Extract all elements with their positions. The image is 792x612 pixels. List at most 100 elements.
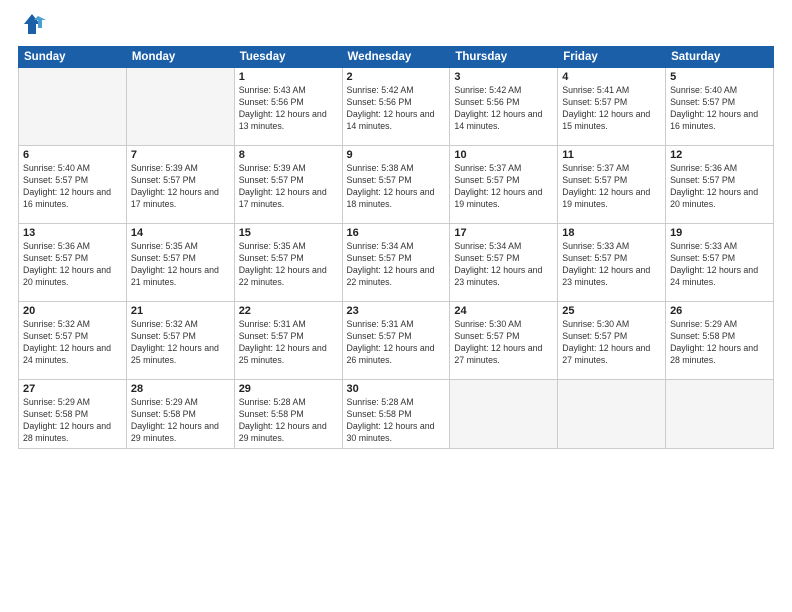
day-number: 13 bbox=[23, 227, 122, 239]
day-number: 10 bbox=[454, 149, 553, 161]
day-number: 4 bbox=[562, 71, 661, 83]
calendar: SundayMondayTuesdayWednesdayThursdayFrid… bbox=[18, 46, 774, 449]
day-info: Sunrise: 5:42 AM Sunset: 5:56 PM Dayligh… bbox=[454, 85, 553, 133]
calendar-cell: 27Sunrise: 5:29 AM Sunset: 5:58 PM Dayli… bbox=[19, 380, 127, 449]
week-row-4: 20 Sunrise: 5:32 AM Sunset: 5:57 PM Dayli… bbox=[19, 302, 774, 380]
calendar-cell: 17 Sunrise: 5:34 AM Sunset: 5:57 PM Dayli… bbox=[450, 224, 558, 302]
day-number: 2 bbox=[347, 71, 446, 83]
calendar-cell: 11 Sunrise: 5:37 AM Sunset: 5:57 PM Dayli… bbox=[558, 146, 666, 224]
day-info: Sunrise: 5:36 AM Sunset: 5:57 PM Dayligh… bbox=[670, 163, 769, 211]
day-number: 29 bbox=[239, 383, 338, 395]
day-number: 21 bbox=[131, 305, 230, 317]
weekday-header-sunday: Sunday bbox=[19, 47, 127, 68]
day-info: Sunrise: 5:28 AM Sunset: 5:58 PM Dayligh… bbox=[239, 397, 338, 445]
calendar-cell: 19Sunrise: 5:33 AM Sunset: 5:57 PM Dayli… bbox=[666, 224, 774, 302]
day-number: 14 bbox=[131, 227, 230, 239]
day-info: Sunrise: 5:30 AM Sunset: 5:57 PM Dayligh… bbox=[562, 319, 661, 367]
day-info: Sunrise: 5:37 AM Sunset: 5:57 PM Dayligh… bbox=[454, 163, 553, 211]
day-info: Sunrise: 5:40 AM Sunset: 5:57 PM Dayligh… bbox=[670, 85, 769, 133]
day-number: 24 bbox=[454, 305, 553, 317]
day-number: 25 bbox=[562, 305, 661, 317]
day-info: Sunrise: 5:35 AM Sunset: 5:57 PM Dayligh… bbox=[131, 241, 230, 289]
weekday-header-saturday: Saturday bbox=[666, 47, 774, 68]
week-row-2: 6Sunrise: 5:40 AM Sunset: 5:57 PM Daylig… bbox=[19, 146, 774, 224]
calendar-cell: 4 Sunrise: 5:41 AM Sunset: 5:57 PM Daylig… bbox=[558, 68, 666, 146]
weekday-header-monday: Monday bbox=[126, 47, 234, 68]
calendar-cell: 15 Sunrise: 5:35 AM Sunset: 5:57 PM Dayli… bbox=[234, 224, 342, 302]
day-number: 7 bbox=[131, 149, 230, 161]
calendar-cell: 8 Sunrise: 5:39 AM Sunset: 5:57 PM Daylig… bbox=[234, 146, 342, 224]
day-number: 5 bbox=[670, 71, 769, 83]
calendar-cell: 22 Sunrise: 5:31 AM Sunset: 5:57 PM Dayli… bbox=[234, 302, 342, 380]
calendar-cell: 28 Sunrise: 5:29 AM Sunset: 5:58 PM Dayli… bbox=[126, 380, 234, 449]
day-info: Sunrise: 5:30 AM Sunset: 5:57 PM Dayligh… bbox=[454, 319, 553, 367]
header bbox=[18, 10, 774, 38]
calendar-cell: 30 Sunrise: 5:28 AM Sunset: 5:58 PM Dayli… bbox=[342, 380, 450, 449]
day-number: 1 bbox=[239, 71, 338, 83]
day-number: 26 bbox=[670, 305, 769, 317]
logo-icon bbox=[18, 10, 46, 38]
calendar-cell: 14 Sunrise: 5:35 AM Sunset: 5:57 PM Dayli… bbox=[126, 224, 234, 302]
day-info: Sunrise: 5:39 AM Sunset: 5:57 PM Dayligh… bbox=[131, 163, 230, 211]
day-info: Sunrise: 5:33 AM Sunset: 5:57 PM Dayligh… bbox=[670, 241, 769, 289]
calendar-cell: 24 Sunrise: 5:30 AM Sunset: 5:57 PM Dayli… bbox=[450, 302, 558, 380]
calendar-cell: 21 Sunrise: 5:32 AM Sunset: 5:57 PM Dayli… bbox=[126, 302, 234, 380]
calendar-cell: 13 Sunrise: 5:36 AM Sunset: 5:57 PM Dayli… bbox=[19, 224, 127, 302]
day-info: Sunrise: 5:34 AM Sunset: 5:57 PM Dayligh… bbox=[454, 241, 553, 289]
day-number: 30 bbox=[347, 383, 446, 395]
calendar-cell bbox=[19, 68, 127, 146]
day-info: Sunrise: 5:35 AM Sunset: 5:57 PM Dayligh… bbox=[239, 241, 338, 289]
day-info: Sunrise: 5:32 AM Sunset: 5:57 PM Dayligh… bbox=[131, 319, 230, 367]
day-number: 8 bbox=[239, 149, 338, 161]
day-info: Sunrise: 5:31 AM Sunset: 5:57 PM Dayligh… bbox=[239, 319, 338, 367]
day-info: Sunrise: 5:43 AM Sunset: 5:56 PM Dayligh… bbox=[239, 85, 338, 133]
week-row-3: 13 Sunrise: 5:36 AM Sunset: 5:57 PM Dayli… bbox=[19, 224, 774, 302]
calendar-cell bbox=[450, 380, 558, 449]
day-info: Sunrise: 5:31 AM Sunset: 5:57 PM Dayligh… bbox=[347, 319, 446, 367]
day-number: 6 bbox=[23, 149, 122, 161]
week-row-1: 1 Sunrise: 5:43 AM Sunset: 5:56 PM Daylig… bbox=[19, 68, 774, 146]
day-info: Sunrise: 5:37 AM Sunset: 5:57 PM Dayligh… bbox=[562, 163, 661, 211]
day-number: 16 bbox=[347, 227, 446, 239]
day-info: Sunrise: 5:33 AM Sunset: 5:57 PM Dayligh… bbox=[562, 241, 661, 289]
day-number: 11 bbox=[562, 149, 661, 161]
day-info: Sunrise: 5:29 AM Sunset: 5:58 PM Dayligh… bbox=[131, 397, 230, 445]
calendar-cell: 6Sunrise: 5:40 AM Sunset: 5:57 PM Daylig… bbox=[19, 146, 127, 224]
day-info: Sunrise: 5:38 AM Sunset: 5:57 PM Dayligh… bbox=[347, 163, 446, 211]
day-number: 22 bbox=[239, 305, 338, 317]
day-info: Sunrise: 5:36 AM Sunset: 5:57 PM Dayligh… bbox=[23, 241, 122, 289]
day-info: Sunrise: 5:39 AM Sunset: 5:57 PM Dayligh… bbox=[239, 163, 338, 211]
weekday-header-row: SundayMondayTuesdayWednesdayThursdayFrid… bbox=[19, 47, 774, 68]
calendar-cell bbox=[666, 380, 774, 449]
day-number: 15 bbox=[239, 227, 338, 239]
weekday-header-wednesday: Wednesday bbox=[342, 47, 450, 68]
day-number: 3 bbox=[454, 71, 553, 83]
calendar-cell: 18Sunrise: 5:33 AM Sunset: 5:57 PM Dayli… bbox=[558, 224, 666, 302]
calendar-cell: 25 Sunrise: 5:30 AM Sunset: 5:57 PM Dayli… bbox=[558, 302, 666, 380]
day-info: Sunrise: 5:41 AM Sunset: 5:57 PM Dayligh… bbox=[562, 85, 661, 133]
calendar-cell bbox=[126, 68, 234, 146]
day-info: Sunrise: 5:28 AM Sunset: 5:58 PM Dayligh… bbox=[347, 397, 446, 445]
logo-area bbox=[18, 10, 50, 38]
calendar-cell: 2 Sunrise: 5:42 AM Sunset: 5:56 PM Daylig… bbox=[342, 68, 450, 146]
day-number: 20 bbox=[23, 305, 122, 317]
day-number: 28 bbox=[131, 383, 230, 395]
calendar-cell: 23Sunrise: 5:31 AM Sunset: 5:57 PM Dayli… bbox=[342, 302, 450, 380]
day-number: 17 bbox=[454, 227, 553, 239]
day-info: Sunrise: 5:29 AM Sunset: 5:58 PM Dayligh… bbox=[23, 397, 122, 445]
weekday-header-tuesday: Tuesday bbox=[234, 47, 342, 68]
calendar-cell bbox=[558, 380, 666, 449]
week-row-5: 27Sunrise: 5:29 AM Sunset: 5:58 PM Dayli… bbox=[19, 380, 774, 449]
day-info: Sunrise: 5:34 AM Sunset: 5:57 PM Dayligh… bbox=[347, 241, 446, 289]
calendar-cell: 16 Sunrise: 5:34 AM Sunset: 5:57 PM Dayli… bbox=[342, 224, 450, 302]
calendar-cell: 20Sunrise: 5:32 AM Sunset: 5:57 PM Dayli… bbox=[19, 302, 127, 380]
day-number: 9 bbox=[347, 149, 446, 161]
calendar-cell: 7 Sunrise: 5:39 AM Sunset: 5:57 PM Daylig… bbox=[126, 146, 234, 224]
calendar-cell: 26Sunrise: 5:29 AM Sunset: 5:58 PM Dayli… bbox=[666, 302, 774, 380]
day-info: Sunrise: 5:42 AM Sunset: 5:56 PM Dayligh… bbox=[347, 85, 446, 133]
calendar-cell: 3 Sunrise: 5:42 AM Sunset: 5:56 PM Daylig… bbox=[450, 68, 558, 146]
weekday-header-thursday: Thursday bbox=[450, 47, 558, 68]
calendar-cell: 12Sunrise: 5:36 AM Sunset: 5:57 PM Dayli… bbox=[666, 146, 774, 224]
calendar-cell: 29 Sunrise: 5:28 AM Sunset: 5:58 PM Dayli… bbox=[234, 380, 342, 449]
calendar-cell: 5 Sunrise: 5:40 AM Sunset: 5:57 PM Daylig… bbox=[666, 68, 774, 146]
